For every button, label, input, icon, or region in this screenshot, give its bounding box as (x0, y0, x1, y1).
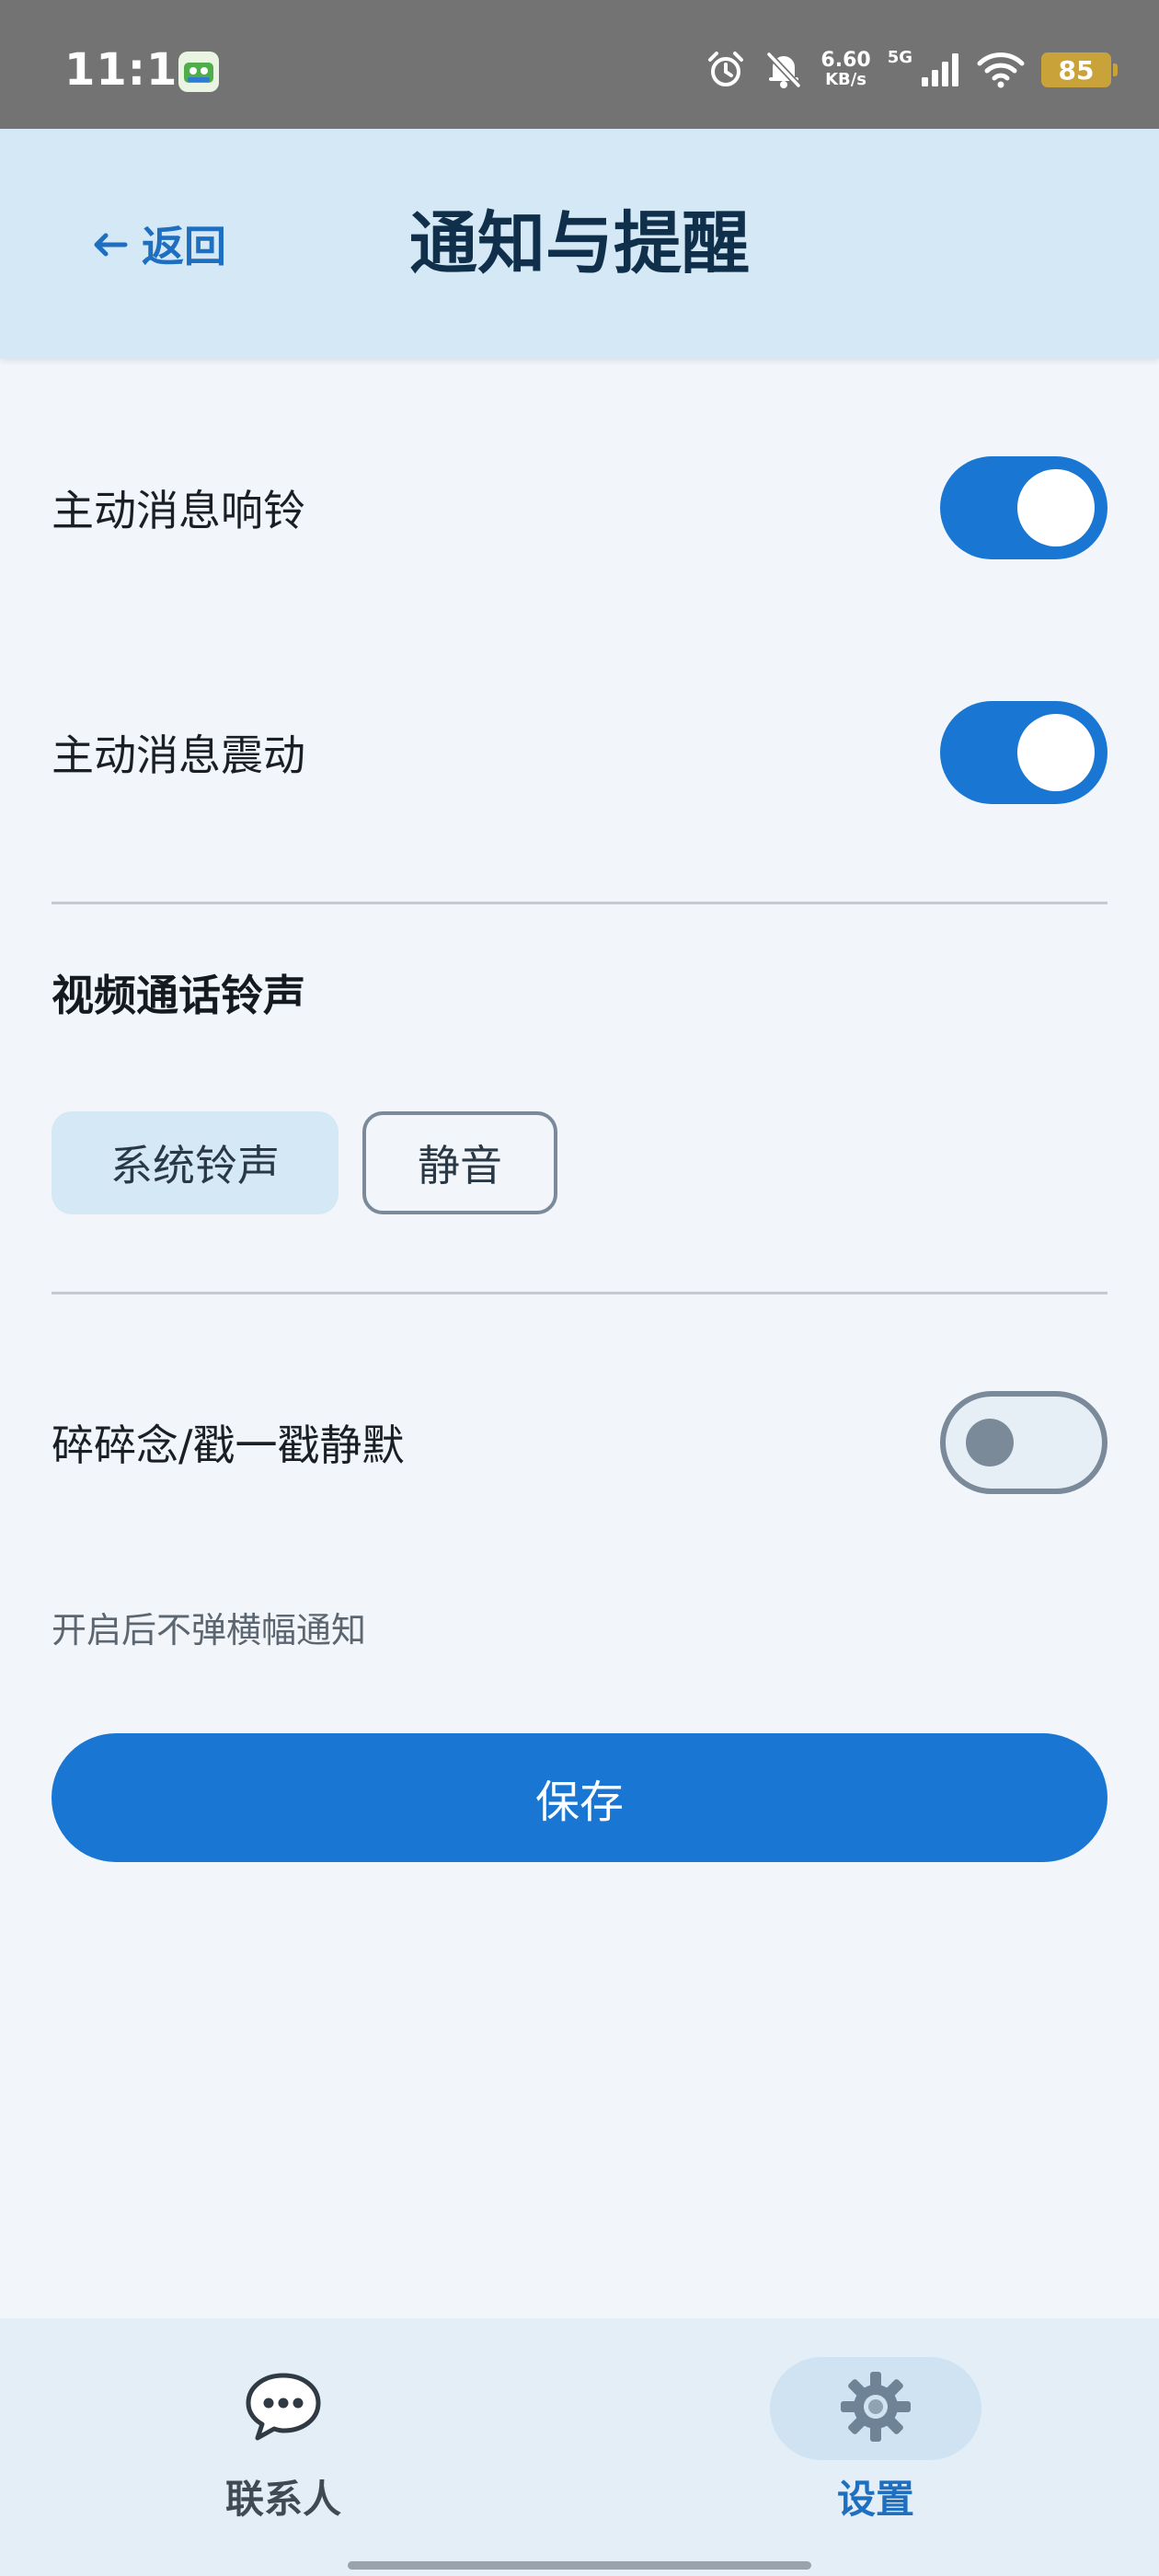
app-notification-icon (178, 52, 219, 92)
mute-chatter-label: 碎碎念/戳一戳静默 (52, 1420, 405, 1470)
nav-label-settings: 设置 (836, 2477, 914, 2522)
chat-bubble-icon (245, 2370, 322, 2447)
ringtone-section-title: 视频通话铃声 (52, 971, 305, 1020)
alarm-icon (705, 49, 747, 91)
save-button[interactable]: 保存 (52, 1733, 1107, 1862)
divider (52, 902, 1107, 904)
wifi-icon (977, 52, 1025, 88)
toggle-knob (966, 1419, 1014, 1466)
toggle-knob (1017, 714, 1095, 791)
mute-chatter-hint: 开启后不弹横幅通知 (52, 1610, 367, 1650)
ring-label: 主动消息响铃 (52, 486, 305, 535)
status-icons: 6.60 KB/s 5G 85 (705, 44, 1118, 96)
vibrate-label: 主动消息震动 (52, 730, 305, 780)
home-indicator[interactable] (348, 2561, 811, 2570)
cellular-signal-icon (920, 52, 960, 88)
nav-item-settings[interactable]: 设置 (765, 2357, 986, 2541)
mute-chatter-toggle[interactable] (940, 1391, 1107, 1494)
network-type-label: 5G (887, 47, 912, 67)
nav-icon-wrap-active (770, 2357, 981, 2460)
gear-icon (837, 2368, 914, 2449)
setting-row-mute-chatter: 碎碎念/戳一戳静默 (52, 1387, 1107, 1498)
status-bar: 11:14 6.60 KB/s 5G 85 (0, 0, 1159, 129)
setting-row-ring: 主动消息响铃 (52, 453, 1107, 563)
ring-toggle[interactable] (940, 456, 1107, 559)
battery-indicator: 85 (1041, 52, 1118, 87)
vibrate-toggle[interactable] (940, 701, 1107, 804)
network-speed-value: 6.60 (820, 49, 871, 72)
divider (52, 1292, 1107, 1294)
nav-icon-wrap (178, 2357, 389, 2460)
bottom-nav: 联系人 设置 (0, 2318, 1159, 2576)
ringtone-option-system[interactable]: 系统铃声 (52, 1111, 339, 1214)
bell-muted-icon (763, 49, 804, 91)
nav-item-contacts[interactable]: 联系人 (173, 2357, 394, 2541)
network-speed: 6.60 KB/s (820, 51, 870, 89)
page-title: 通知与提醒 (409, 204, 750, 283)
setting-row-vibrate: 主动消息震动 (52, 697, 1107, 808)
app-screen: 11:14 6.60 KB/s 5G 85 返回 通知与提醒 主动消息响铃 主动… (0, 0, 1159, 2576)
network-speed-unit: KB/s (825, 70, 867, 89)
page-header: 返回 通知与提醒 (0, 129, 1159, 359)
nav-label-contacts: 联系人 (224, 2477, 341, 2522)
ringtone-option-silent[interactable]: 静音 (362, 1111, 557, 1214)
toggle-knob (1017, 469, 1095, 546)
